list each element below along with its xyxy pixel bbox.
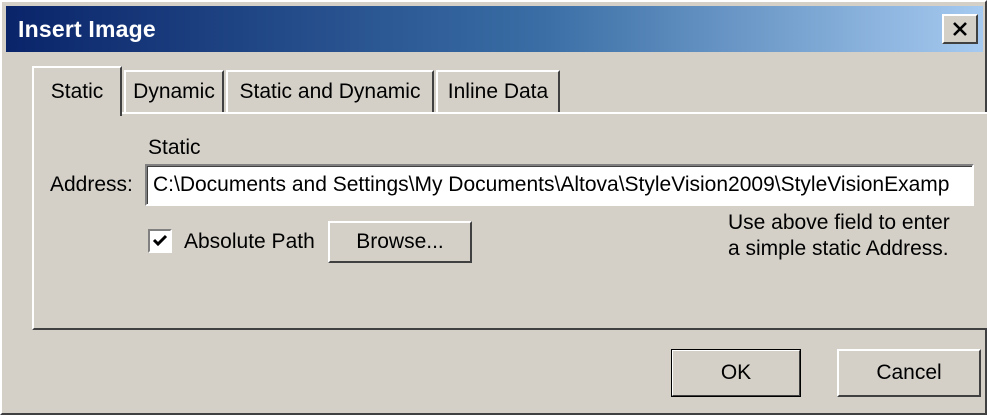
close-button[interactable] [942,14,978,44]
tab-dynamic-label: Dynamic [133,80,215,103]
checkmark-icon [152,234,168,247]
ok-button[interactable]: OK [671,349,801,397]
tab-static-label: Static [50,80,104,103]
browse-button-label: Browse... [356,230,444,253]
address-input[interactable] [145,164,974,206]
browse-button[interactable]: Browse... [328,221,472,263]
dialog-title: Insert Image [18,16,156,42]
static-group-label: Static [148,136,201,159]
absolute-path-label: Absolute Path [184,230,315,253]
tab-inline-data[interactable]: Inline Data [436,70,560,112]
tab-static[interactable]: Static [32,66,122,116]
absolute-path-checkbox[interactable] [148,229,172,253]
ok-button-label: OK [720,361,752,384]
address-label: Address: [50,173,133,196]
insert-image-dialog: Insert Image Static Dynamic Static and D… [0,0,987,415]
hint-text-line-1: Use above field to enter [728,211,950,234]
tab-static-and-dynamic[interactable]: Static and Dynamic [226,70,434,112]
cancel-button-label: Cancel [876,361,942,384]
tab-static-and-dynamic-label: Static and Dynamic [239,80,421,103]
hint-text-line-2: a simple static Address. [728,237,949,260]
title-bar[interactable]: Insert Image [6,6,983,52]
cancel-button[interactable]: Cancel [837,349,981,397]
close-icon [953,22,967,36]
tab-inline-data-label: Inline Data [447,80,549,103]
tab-dynamic[interactable]: Dynamic [124,70,224,112]
